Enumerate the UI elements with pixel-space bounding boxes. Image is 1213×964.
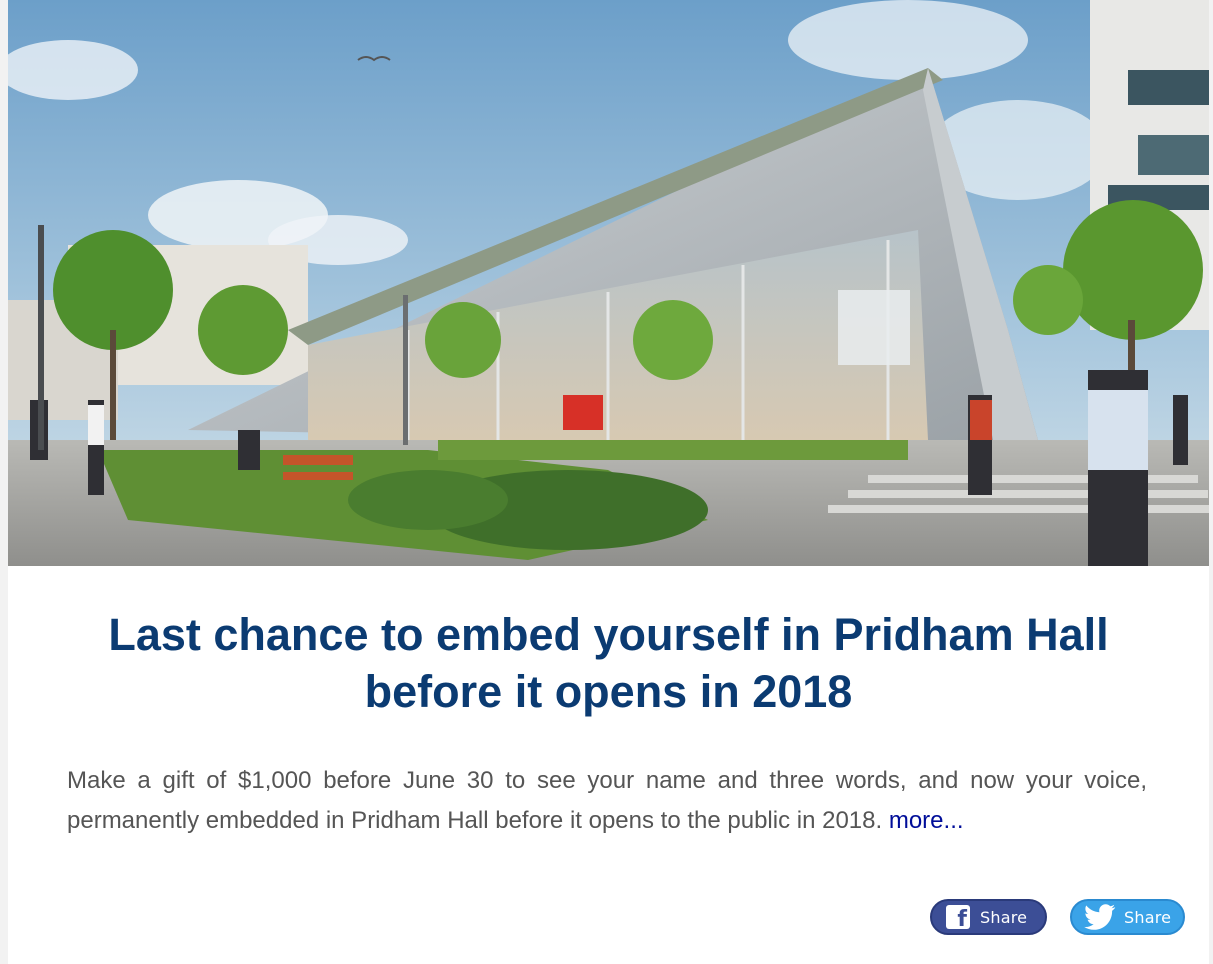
newsletter-card: Last chance to embed yourself in Pridham… — [8, 0, 1209, 964]
headline-line-2: before it opens in 2018 — [364, 666, 853, 717]
twitter-share-label: Share — [1124, 907, 1172, 927]
headline-line-1: Last chance to embed yourself in Pridham… — [108, 609, 1109, 660]
pridham-hall-render — [8, 0, 1209, 566]
facebook-icon: f — [946, 905, 970, 931]
facebook-share-button[interactable]: f Share — [930, 899, 1047, 935]
more-link[interactable]: more... — [889, 807, 964, 834]
article-body-text: Make a gift of $1,000 before June 30 to … — [67, 767, 1147, 834]
hero-image — [8, 0, 1209, 566]
article-headline: Last chance to embed yourself in Pridham… — [38, 606, 1179, 720]
twitter-bird-icon — [1084, 904, 1116, 930]
facebook-share-label: Share — [980, 907, 1028, 927]
article-body: Make a gift of $1,000 before June 30 to … — [67, 761, 1147, 841]
twitter-share-button[interactable]: Share — [1070, 899, 1185, 935]
